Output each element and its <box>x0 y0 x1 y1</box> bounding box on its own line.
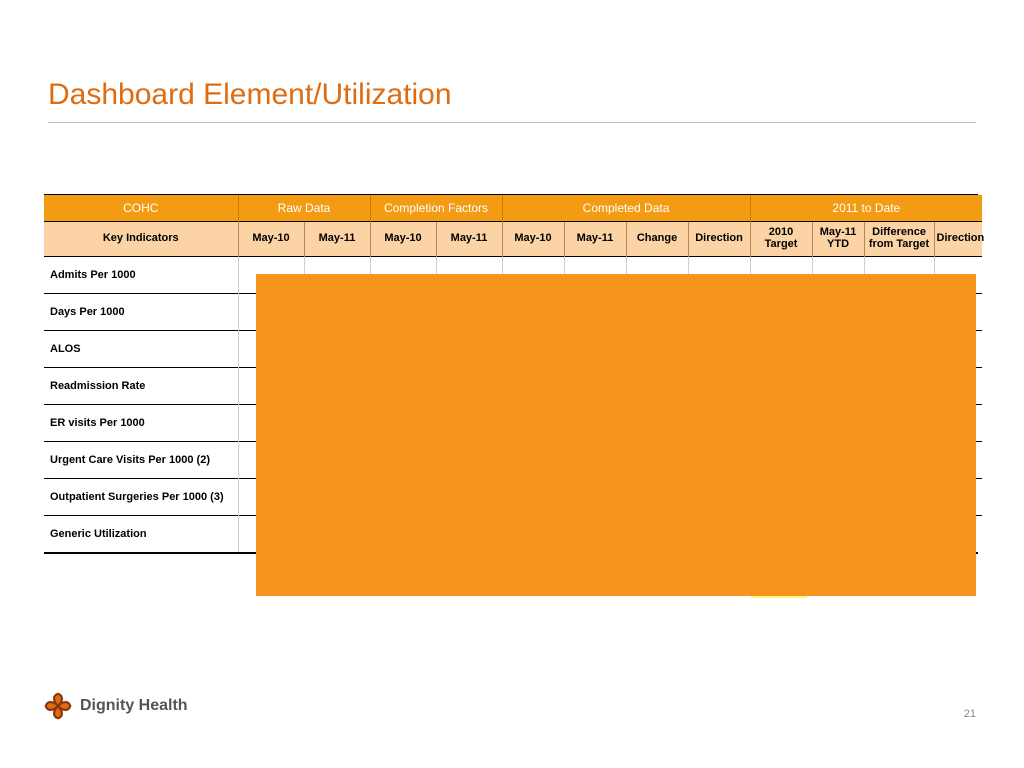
row-label: Generic Utilization <box>44 516 238 553</box>
col-key-indicators: Key Indicators <box>44 222 238 257</box>
row-label: Outpatient Surgeries Per 1000 (3) <box>44 479 238 516</box>
col-cd-change: Change <box>626 222 688 257</box>
row-label: Urgent Care Visits Per 1000 (2) <box>44 442 238 479</box>
row-label: ER visits Per 1000 <box>44 405 238 442</box>
group-header-completion-factors: Completion Factors <box>370 195 502 222</box>
col-diff-from-target: Difference from Target <box>864 222 934 257</box>
col-cf-may11: May-11 <box>436 222 502 257</box>
col-may11-ytd: May-11 YTD <box>812 222 864 257</box>
group-header-cohc: COHC <box>44 195 238 222</box>
col-cd-may10: May-10 <box>502 222 564 257</box>
brand-logo: Dignity Health <box>44 692 188 720</box>
col-diff-bot: from Target <box>867 239 932 251</box>
col-cd-direction: Direction <box>688 222 750 257</box>
row-label: Admits Per 1000 <box>44 257 238 294</box>
col-cd-may11: May-11 <box>564 222 626 257</box>
group-header-completed-data: Completed Data <box>502 195 750 222</box>
page-title: Dashboard Element/Utilization <box>48 78 452 112</box>
col-raw-may10: May-10 <box>238 222 304 257</box>
col-may11-ytd-bot: YTD <box>815 239 862 251</box>
brand-name: Dignity Health <box>80 697 188 715</box>
group-header-raw-data: Raw Data <box>238 195 370 222</box>
page-number: 21 <box>964 708 976 720</box>
col-2010-target: 2010 Target <box>750 222 812 257</box>
title-divider <box>48 122 976 123</box>
col-direction: Direction <box>934 222 982 257</box>
table-column-header-row: Key Indicators May-10 May-11 May-10 May-… <box>44 222 982 257</box>
group-header-to-date: 2011 to Date <box>750 195 982 222</box>
flower-icon <box>44 692 72 720</box>
row-label: ALOS <box>44 331 238 368</box>
col-cf-may10: May-10 <box>370 222 436 257</box>
data-redaction-overlay <box>256 274 976 596</box>
row-label: Days Per 1000 <box>44 294 238 331</box>
slide: Dashboard Element/Utilization COHC Raw D… <box>0 0 1024 768</box>
row-label: Readmission Rate <box>44 368 238 405</box>
col-raw-may11: May-11 <box>304 222 370 257</box>
table-group-header-row: COHC Raw Data Completion Factors Complet… <box>44 195 982 222</box>
